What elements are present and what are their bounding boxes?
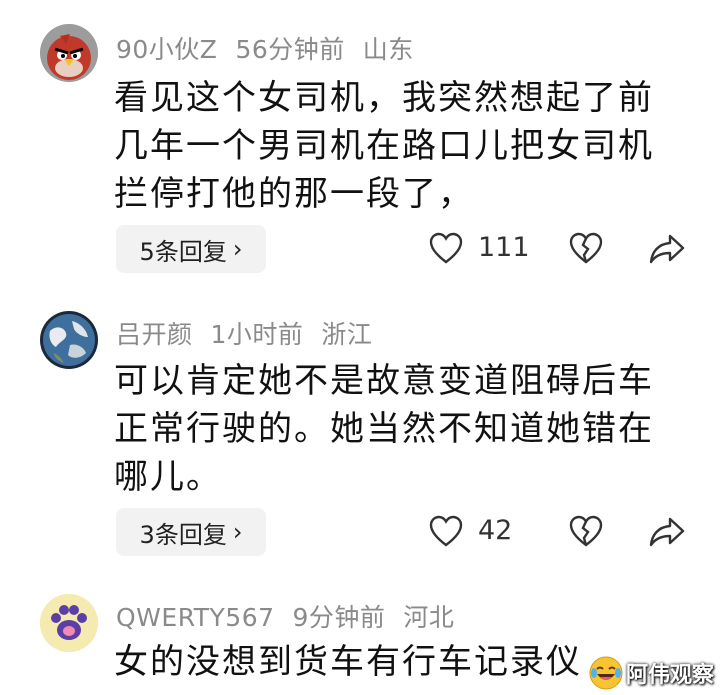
- paw-print-avatar-icon: [40, 594, 98, 652]
- comment-meta: QWERTY567 9分钟前 河北: [116, 598, 472, 634]
- user-avatar[interactable]: [40, 24, 98, 82]
- broken-heart-icon[interactable]: [568, 514, 604, 550]
- share-arrow-icon[interactable]: [648, 514, 686, 550]
- watermark-text: 阿伟观察: [625, 663, 714, 688]
- location: 山东: [362, 35, 414, 64]
- location: 浙江: [321, 320, 373, 349]
- watermark: 阿伟观察: [588, 655, 714, 691]
- share-arrow-icon[interactable]: [648, 231, 686, 267]
- user-avatar[interactable]: [40, 594, 98, 652]
- comment-meta: 吕开颜 1小时前 浙江: [116, 315, 390, 351]
- broken-heart-icon[interactable]: [568, 231, 604, 267]
- heart-outline-icon[interactable]: [428, 514, 464, 550]
- username[interactable]: 吕开颜: [116, 320, 193, 349]
- timestamp: 1小时前: [210, 320, 304, 349]
- like-count: 111: [478, 232, 530, 263]
- timestamp: 56分钟前: [235, 35, 345, 64]
- comment-text: 看见这个女司机，我突然想起了前 几年一个男司机在路口儿把女司机 拦停打他的那一段…: [114, 78, 654, 214]
- comment-text: 可以肯定她不是故意变道阻碍后车 正常行驶的。她当然不知道她错在 哪儿。: [114, 361, 654, 497]
- comment-actions: 111: [0, 225, 720, 273]
- comment-meta: 90小伙Z 56分钟前 山东: [116, 30, 432, 66]
- username[interactable]: QWERTY567: [116, 603, 275, 632]
- timestamp: 9分钟前: [292, 603, 386, 632]
- user-avatar[interactable]: [40, 311, 98, 369]
- earth-globe-avatar-icon: [40, 311, 98, 369]
- username[interactable]: 90小伙Z: [116, 35, 217, 64]
- comment-actions: 42: [0, 508, 720, 556]
- like-count: 42: [478, 515, 513, 546]
- heart-outline-icon[interactable]: [428, 231, 464, 267]
- location: 河北: [403, 603, 455, 632]
- laughing-crying-emoji-icon: [589, 656, 623, 690]
- angry-bird-avatar-icon: [40, 24, 98, 82]
